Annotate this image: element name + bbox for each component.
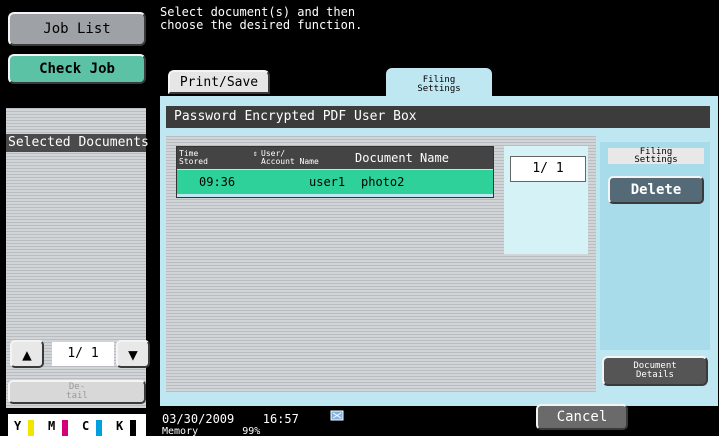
scroll-down-button[interactable]: ▼ [116,340,150,368]
document-list-header: Time Stored ⇕ User/ Account Name Documen… [177,147,493,169]
check-job-button[interactable]: Check Job [8,54,146,84]
header-document-name[interactable]: Document Name [355,147,485,169]
table-row[interactable]: 09:36 user1 photo2 [177,170,493,194]
toner-m-bar [62,420,68,436]
tab-print-save-label: Print/Save [179,74,259,90]
header-document-name-label: Document Name [355,151,449,165]
toner-k-bar [130,420,136,436]
toner-levels: Y M C K [8,414,146,436]
cancel-button[interactable]: Cancel [536,404,628,430]
toner-c-bar [96,420,102,436]
delete-label: Delete [630,182,682,198]
user-box-title: Password Encrypted PDF User Box [166,106,710,128]
row-time: 09:36 [199,175,236,189]
function-panel [600,142,710,350]
toner-k-letter: K [116,419,124,433]
header-time-stored[interactable]: Time Stored [179,147,253,172]
memory-value: 99% [242,426,261,437]
left-page-indicator: 1/ 1 [52,342,114,366]
selected-documents-label: Selected Documents [6,134,149,152]
header-user-account[interactable]: User/ Account Name [261,147,351,172]
toner-y-letter: Y [14,419,22,433]
toner-c-letter: C [82,419,90,433]
date-text: 03/30/2009 [162,412,235,426]
toner-m: M [44,418,70,436]
arrow-down-icon: ▼ [128,344,138,364]
row-user: user1 [309,175,346,189]
detail-button[interactable]: De- tail [8,380,146,404]
sort-icon: ⇕ [253,149,258,158]
filing-settings-heading-text: Filing Settings [634,147,678,165]
header-time-stored-label: Time Stored [179,149,208,166]
tab-filing-settings-label: Filing Settings [417,75,461,94]
job-list-button[interactable]: Job List [8,12,146,46]
check-job-label: Check Job [39,61,115,77]
toner-m-letter: M [48,419,56,433]
toner-c: C [78,418,104,436]
instruction-text: Select document(s) and then choose the d… [160,5,363,32]
toner-y-bar [28,420,34,436]
page-indicator: 1/ 1 [510,156,586,182]
tab-print-save[interactable]: Print/Save [168,70,270,94]
date-time: 03/30/2009 16:57 [162,412,299,426]
filing-settings-heading: Filing Settings [608,147,704,165]
row-document: photo2 [361,175,405,189]
memory-label: Memory [162,426,199,437]
time-text: 16:57 [262,412,299,426]
tab-filing-settings[interactable]: Filing Settings [386,68,492,98]
detail-label: De- tail [66,382,88,401]
scroll-up-button[interactable]: ▲ [10,340,44,368]
toner-k: K [112,418,138,436]
header-user-account-label: User/ Account Name [261,149,319,166]
document-details-label: Document Details [633,361,677,380]
cancel-label: Cancel [556,409,608,425]
job-list-label: Job List [43,21,111,37]
network-icon [330,410,344,421]
arrow-up-icon: ▲ [22,344,32,364]
top-message: Select document(s) and then choose the d… [152,0,719,60]
document-details-button[interactable]: Document Details [602,356,708,386]
toner-y: Y [10,418,36,436]
memory-status: Memory 99% [162,426,260,437]
delete-button[interactable]: Delete [608,176,704,204]
